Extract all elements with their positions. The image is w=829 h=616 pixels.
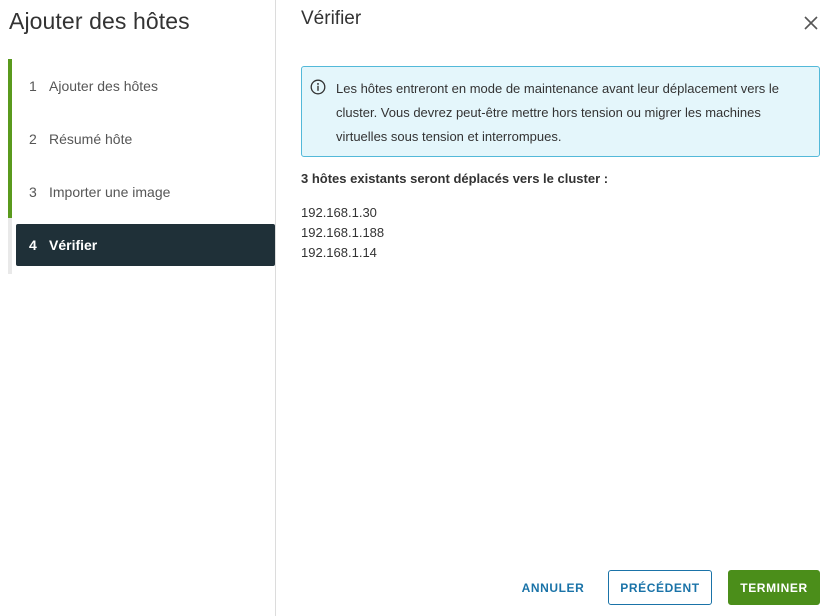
page-title: Vérifier [301,8,362,29]
step-number: 1 [29,77,37,94]
wizard-title: Ajouter des hôtes [9,8,190,34]
step-number: 3 [29,183,37,200]
wizard-step-host-summary[interactable]: 2 Résumé hôte [8,112,276,165]
step-label: Vérifier [49,237,98,253]
hosts-heading: 3 hôtes existants seront déplacés vers l… [301,171,609,186]
wizard-steps: 1 Ajouter des hôtes 2 Résumé hôte 3 Impo… [8,59,276,274]
info-alert: Les hôtes entreront en mode de maintenan… [301,66,820,157]
info-icon [310,79,326,95]
step-label: Résumé hôte [49,130,133,147]
step-number: 4 [29,237,37,253]
add-hosts-dialog: Ajouter des hôtes 1 Ajouter des hôtes 2 … [0,0,829,616]
wizard-step-add-hosts[interactable]: 1 Ajouter des hôtes [8,59,276,112]
finish-button[interactable]: TERMINER [728,570,820,605]
alert-text: Les hôtes entreront en mode de maintenan… [336,81,779,144]
wizard-content: Vérifier Les hôtes entreront en mode de … [276,0,829,616]
step-label: Ajouter des hôtes [49,77,158,94]
host-list: 192.168.1.30 192.168.1.188 192.168.1.14 [301,203,384,263]
close-button[interactable] [802,14,820,32]
host-ip: 192.168.1.30 [301,205,377,220]
wizard-sidebar: Ajouter des hôtes 1 Ajouter des hôtes 2 … [0,0,276,616]
cancel-button[interactable]: ANNULER [515,570,591,605]
close-icon [804,16,818,30]
step-number: 2 [29,130,37,147]
previous-button[interactable]: PRÉCÉDENT [608,570,712,605]
host-ip: 192.168.1.188 [301,225,385,240]
step-label: Importer une image [49,183,171,200]
wizard-step-review[interactable]: 4 Vérifier [8,218,275,274]
host-ip: 192.168.1.14 [301,245,377,260]
wizard-step-import-image[interactable]: 3 Importer une image [8,165,276,218]
